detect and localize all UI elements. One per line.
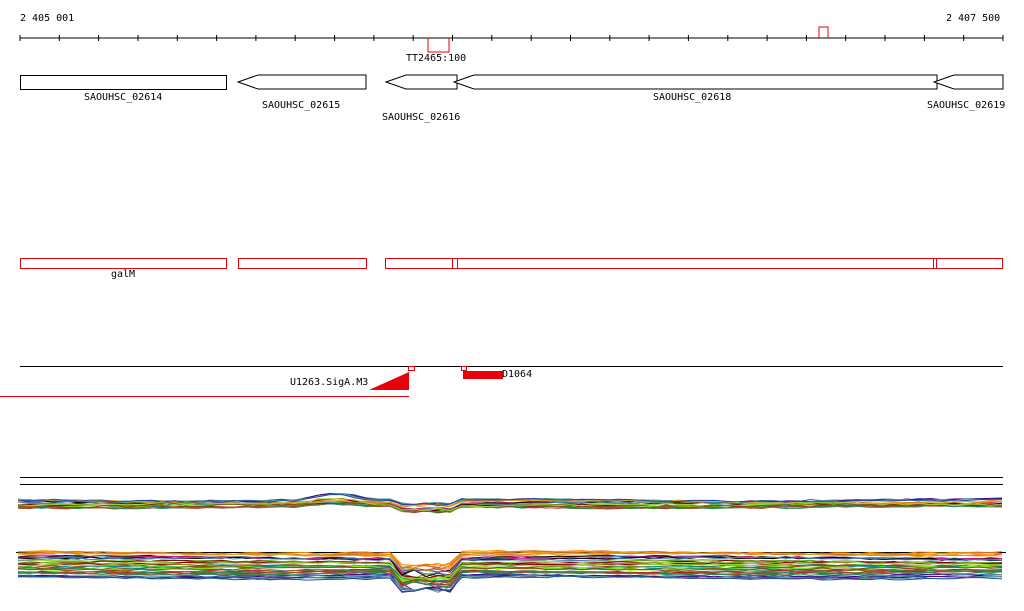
gene-saouhsc-02616[interactable] [384,74,458,90]
feature-block-d1064[interactable] [463,371,503,379]
ruler-end-label: 2 407 500 [946,13,1001,24]
terminator-label[interactable]: TT2465:100 [406,53,466,65]
annotation-box[interactable] [452,258,458,269]
ruler-track [19,35,1004,41]
expression-lines-lower [17,549,1003,593]
feature-marker[interactable] [408,366,415,371]
annotation-box[interactable] [238,258,367,269]
expression-lines-upper [17,492,1003,514]
gene-label[interactable]: SAOUHSC_02619 [927,100,1005,112]
gene-saouhsc-02619[interactable] [932,74,1004,90]
terminator-feature[interactable] [427,38,450,53]
feature-wedge-u1263[interactable] [369,372,409,390]
gene-label[interactable]: SAOUHSC_02614 [84,92,162,104]
gene-label[interactable]: SAOUHSC_02615 [262,100,340,112]
gene-track [20,74,1004,90]
annotation-box-galm[interactable] [20,258,227,269]
ruler-start-label: 2 405 001 [20,13,75,24]
gene-label[interactable]: SAOUHSC_02618 [653,92,731,104]
gene-saouhsc-02614[interactable] [20,75,227,90]
annotation-box[interactable] [385,258,453,269]
gene-label[interactable]: SAOUHSC_02616 [382,112,460,124]
annotation-label[interactable]: galM [111,269,135,281]
genome-browser-view: 2 405 001 2 407 500 TT2465:100 SAOUHSC_0… [0,0,1024,611]
annotation-box[interactable] [936,258,1003,269]
gene-saouhsc-02615[interactable] [236,74,367,90]
annotation-track [20,258,1003,269]
gene-saouhsc-02618[interactable] [452,74,938,90]
feature-label-left[interactable]: U1263.SigA.M3 [290,377,368,389]
terminator-feature-small[interactable] [818,26,829,38]
feature-marker[interactable] [461,366,467,371]
annotation-box[interactable] [457,258,934,269]
expression-track [16,477,1006,593]
feature-label-right[interactable]: D1064 [502,369,532,381]
